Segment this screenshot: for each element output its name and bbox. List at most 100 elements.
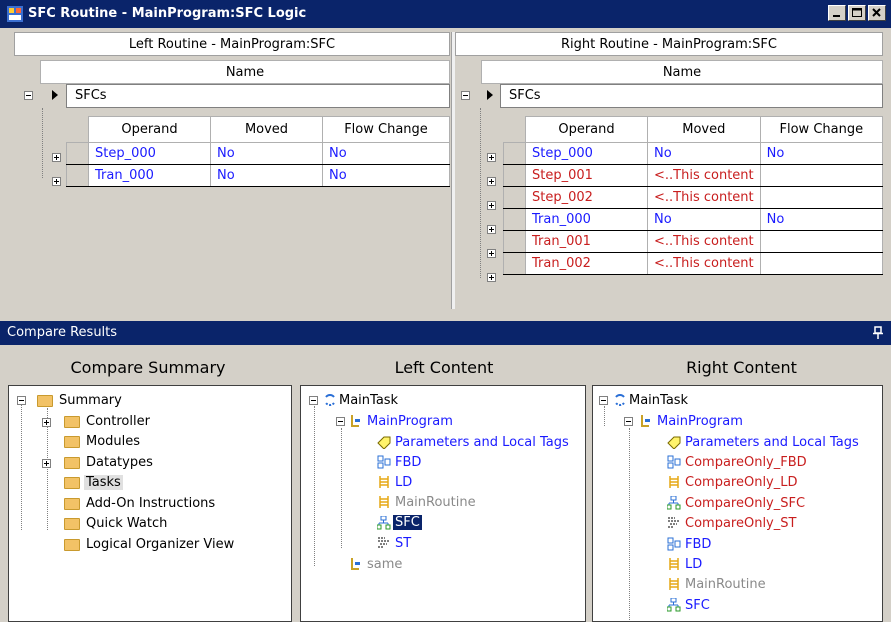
folder-icon [64,416,80,428]
right-tree-program[interactable]: MainProgram [657,414,743,429]
right-tree-params[interactable]: Parameters and Local Tags [685,435,859,450]
right-operand-grid: Operand Moved Flow Change Step_000 No No… [503,116,884,275]
operand-cell: Step_001 [525,164,648,187]
left-tree-st[interactable]: ST [395,536,411,551]
moved-cell: No [210,142,323,165]
col-flow-change[interactable]: Flow Change [759,116,884,143]
row-header[interactable] [503,186,526,209]
expand-icon[interactable] [487,201,496,210]
right-sfcs-row[interactable]: SFCs [500,84,883,108]
table-row[interactable]: Step_000 No No [66,142,450,165]
flow-cell: No [759,208,884,231]
expand-icon[interactable] [487,225,496,234]
close-button[interactable] [868,5,886,21]
task-cycle-icon [615,394,625,406]
table-row[interactable]: Tran_000 No No [503,208,884,231]
tree-item-quick-watch[interactable]: Quick Watch [86,516,167,531]
table-row[interactable]: Tran_000 No No [66,164,450,187]
right-tree-compareonly-fbd[interactable]: CompareOnly_FBD [685,455,807,470]
tree-item-tasks[interactable]: Tasks [84,475,123,490]
right-tree-compareonly-sfc[interactable]: CompareOnly_SFC [685,496,805,511]
col-operand[interactable]: Operand [525,116,648,143]
row-header[interactable] [503,208,526,231]
right-tree-compareonly-ld[interactable]: CompareOnly_LD [685,475,798,490]
left-sfcs-row[interactable]: SFCs [66,84,450,108]
window-titlebar[interactable]: SFC Routine - MainProgram:SFC Logic [0,0,891,28]
operand-cell: Tran_000 [525,208,648,231]
table-row[interactable]: Tran_001 <..This content [503,230,884,253]
row-pointer-icon [487,90,493,100]
tree-item-addon-instructions[interactable]: Add-On Instructions [86,496,215,511]
col-flow-change[interactable]: Flow Change [322,116,450,143]
right-tree-fbd[interactable]: FBD [685,537,711,552]
folder-icon [37,395,53,407]
row-header[interactable] [503,164,526,187]
right-tree-ld[interactable]: LD [685,557,702,572]
compare-summary-header: Compare Summary [70,358,226,377]
left-tree-ld[interactable]: LD [395,475,412,490]
tree-line [604,406,605,426]
right-content-header: Right Content [686,358,797,377]
row-header[interactable] [66,164,89,187]
expand-icon[interactable] [52,177,61,186]
tree-item-modules[interactable]: Modules [86,434,140,449]
expand-icon[interactable] [42,418,51,427]
left-tree-params[interactable]: Parameters and Local Tags [395,435,569,450]
collapse-icon[interactable] [336,417,345,426]
expand-icon[interactable] [487,273,496,282]
expand-icon[interactable] [487,177,496,186]
left-content-tree: MainTask MainProgram Parameters and Loca… [300,385,586,622]
maximize-button[interactable] [848,5,866,21]
collapse-icon[interactable] [24,91,33,100]
left-name-header[interactable]: Name [40,60,450,84]
expand-icon[interactable] [42,459,51,468]
tree-item-logical-organizer[interactable]: Logical Organizer View [86,537,234,552]
table-row[interactable]: Tran_002 <..This content [503,252,884,275]
table-row[interactable]: Step_002 <..This content [503,186,884,209]
row-header[interactable] [503,230,526,253]
row-header[interactable] [503,142,526,165]
right-sfcs-label: SFCs [509,88,541,103]
expand-icon[interactable] [487,153,496,162]
tag-icon [377,436,391,449]
collapse-icon[interactable] [461,91,470,100]
sfc-icon [667,598,681,612]
row-header[interactable] [66,142,89,165]
flow-cell [759,186,884,209]
right-name-header[interactable]: Name [481,60,883,84]
left-tree-program[interactable]: MainProgram [367,414,453,429]
collapse-icon[interactable] [599,396,608,405]
fbd-icon [667,455,681,469]
col-operand[interactable]: Operand [88,116,211,143]
collapse-icon[interactable] [309,396,318,405]
right-tree-task[interactable]: MainTask [629,393,688,408]
collapse-icon[interactable] [624,417,633,426]
operand-cell: Tran_001 [525,230,648,253]
collapse-icon[interactable] [17,396,26,405]
right-tree-sfc[interactable]: SFC [685,598,710,613]
flow-cell: No [759,142,884,165]
table-row[interactable]: Step_001 <..This content [503,164,884,187]
pin-icon[interactable] [873,326,883,340]
left-tree-task[interactable]: MainTask [339,393,398,408]
left-tree-sfc[interactable]: SFC [393,515,422,530]
col-moved[interactable]: Moved [210,116,323,143]
tree-item-summary[interactable]: Summary [59,393,122,408]
tree-item-datatypes[interactable]: Datatypes [86,455,153,470]
table-row[interactable]: Step_000 No No [503,142,884,165]
tree-item-controller[interactable]: Controller [86,414,150,429]
left-tree-same[interactable]: same [367,557,402,572]
right-tree-mainroutine[interactable]: MainRoutine [685,577,766,592]
minimize-button[interactable] [828,5,846,21]
expand-icon[interactable] [52,153,61,162]
task-cycle-icon [325,394,335,406]
col-moved[interactable]: Moved [647,116,761,143]
st-icon [378,537,389,548]
row-header[interactable] [503,252,526,275]
ladder-icon [669,578,679,590]
ladder-icon [379,496,389,508]
left-tree-fbd[interactable]: FBD [395,455,421,470]
left-tree-mainroutine[interactable]: MainRoutine [395,495,476,510]
right-tree-compareonly-st[interactable]: CompareOnly_ST [685,516,796,531]
expand-icon[interactable] [487,249,496,258]
